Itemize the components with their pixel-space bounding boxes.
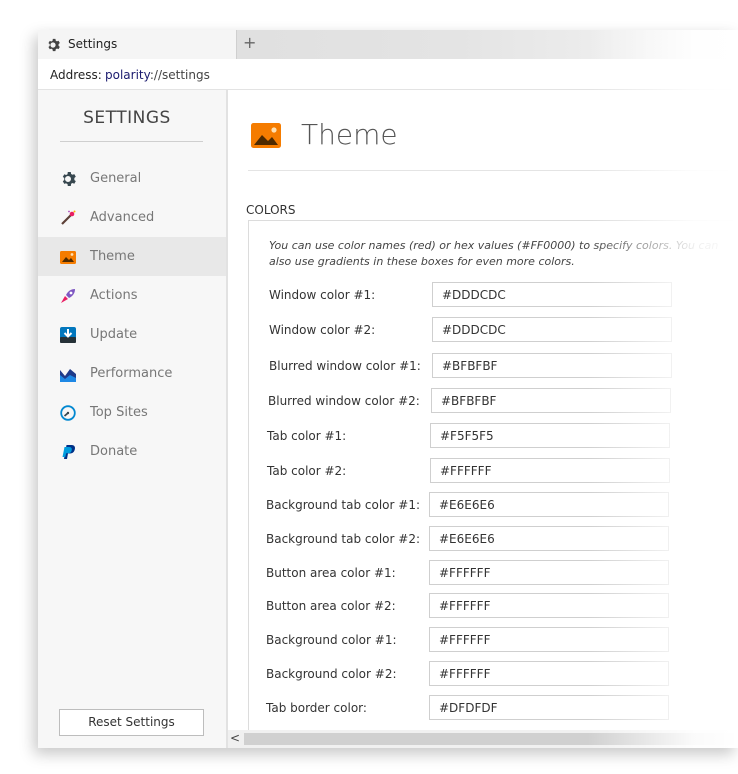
paypal-icon [62, 445, 76, 459]
blurred-window-color-2-label: Blurred window color #2: [268, 394, 420, 408]
button-area-color-1-input[interactable]: #FFFFFF [429, 560, 669, 585]
button-area-color-2-label: Button area color #2: [266, 599, 396, 613]
blurred-window-color-1-label: Blurred window color #1: [269, 359, 421, 373]
page-title: Theme [301, 118, 398, 151]
sidebar-item-label: Top Sites [90, 405, 148, 420]
tab-color-2-label: Tab color #2: [267, 464, 347, 478]
sidebar-item-label: Actions [90, 288, 138, 303]
main-content: Theme COLORS You can use color names (re… [228, 90, 738, 748]
blurred-window-color-2-input[interactable]: #BFBFBF [431, 388, 671, 413]
sidebar-item-general[interactable]: General [38, 159, 226, 198]
sidebar-item-actions[interactable]: Actions [38, 276, 226, 315]
tab-title: Settings [68, 37, 118, 51]
settings-tab[interactable]: Settings [38, 30, 237, 59]
tab-color-1-input[interactable]: #F5F5F5 [430, 423, 670, 448]
sidebar-item-update[interactable]: Update [38, 315, 226, 354]
sidebar-title: SETTINGS [83, 108, 171, 128]
scrollbar-thumb[interactable] [244, 733, 738, 745]
chart-icon [60, 369, 76, 382]
window-color-2-label: Window color #2: [269, 323, 376, 337]
background-color-1-label: Background color #1: [266, 633, 397, 647]
sidebar-item-advanced[interactable]: Advanced [38, 198, 226, 237]
gear-icon [48, 38, 60, 52]
sidebar-divider [60, 141, 203, 142]
title-divider [248, 170, 728, 171]
horizontal-scrollbar[interactable]: < [228, 730, 738, 748]
sidebar-item-label: Advanced [90, 210, 155, 225]
blurred-window-color-1-input[interactable]: #BFBFBF [432, 353, 672, 378]
sidebar-item-label: Performance [90, 366, 173, 381]
sidebar-item-top-sites[interactable]: Top Sites [38, 393, 226, 432]
colors-hint: You can use color names (red) or hex val… [269, 239, 719, 268]
background-tab-color-2-input[interactable]: #E6E6E6 [429, 526, 669, 551]
magic-wand-icon [61, 210, 76, 225]
tab-color-2-input[interactable]: #FFFFFF [430, 458, 670, 483]
sidebar-item-label: General [90, 171, 142, 186]
tab-border-color-input[interactable]: #DFDFDF [429, 695, 669, 720]
scroll-left-icon[interactable]: < [230, 731, 240, 745]
section-heading: COLORS [246, 203, 296, 217]
gear-icon [62, 172, 76, 186]
sidebar-item-performance[interactable]: Performance [38, 354, 226, 393]
rocket-icon [61, 289, 75, 303]
download-icon [60, 327, 76, 343]
picture-icon [60, 251, 76, 264]
speedometer-icon [60, 405, 76, 421]
background-color-2-input[interactable]: #FFFFFF [429, 661, 669, 686]
background-tab-color-2-label: Background tab color #2: [266, 532, 420, 546]
url-path: ://settings [149, 68, 210, 82]
button-area-color-1-label: Button area color #1: [266, 566, 396, 580]
sidebar-item-label: Update [90, 327, 138, 342]
sidebar: SETTINGS General Advanced Theme Actions … [38, 90, 228, 748]
tab-strip: Settings + [38, 30, 738, 59]
sidebar-item-label: Donate [90, 444, 138, 459]
address-label: Address: [50, 68, 102, 82]
window-color-1-input[interactable]: #DDDCDC [432, 282, 672, 307]
background-tab-color-1-label: Background tab color #1: [266, 498, 420, 512]
button-area-color-2-input[interactable]: #FFFFFF [429, 593, 669, 618]
background-color-1-input[interactable]: #FFFFFF [429, 627, 669, 652]
background-color-2-label: Background color #2: [266, 667, 397, 681]
new-tab-button[interactable]: + [243, 33, 256, 52]
address-bar: Address: polarity://settings [38, 59, 738, 90]
tab-border-color-label: Tab border color: [266, 701, 367, 715]
window-color-1-label: Window color #1: [269, 288, 376, 302]
url-scheme: polarity [105, 68, 150, 82]
settings-window: Settings + Address: polarity://settings … [38, 30, 738, 748]
sidebar-item-label: Theme [90, 249, 135, 264]
sidebar-item-donate[interactable]: Donate [38, 432, 226, 471]
picture-icon [251, 123, 281, 148]
sidebar-item-theme[interactable]: Theme [38, 237, 226, 276]
background-tab-color-1-input[interactable]: #E6E6E6 [429, 492, 669, 517]
tab-color-1-label: Tab color #1: [267, 429, 347, 443]
window-color-2-input[interactable]: #DDDCDC [432, 317, 672, 342]
reset-settings-button[interactable]: Reset Settings [59, 709, 204, 736]
address-input[interactable]: polarity://settings [105, 68, 210, 82]
